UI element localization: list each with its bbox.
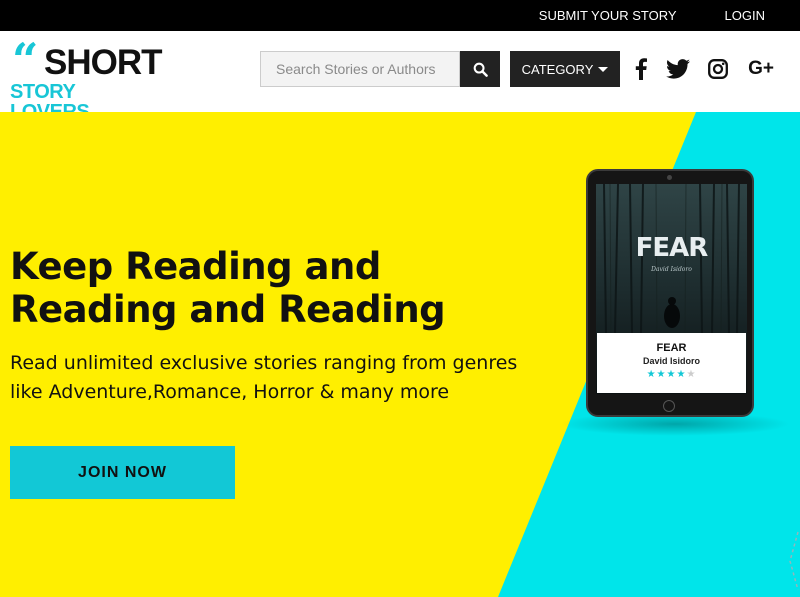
- star-filled-icon: ★: [676, 369, 687, 380]
- submit-story-link[interactable]: SUBMIT YOUR STORY: [539, 8, 677, 23]
- site-logo[interactable]: “ SHORT STORY LOVERS: [10, 37, 162, 122]
- slider-next-arrow-icon[interactable]: [784, 528, 800, 594]
- logo-quote-mark: “: [12, 33, 39, 87]
- search-icon: [473, 62, 488, 77]
- logo-text-short: SHORT: [44, 43, 162, 82]
- facebook-glyph: [635, 58, 647, 80]
- twitter-icon[interactable]: [665, 55, 691, 83]
- search-input[interactable]: [260, 51, 460, 87]
- tablet-camera: [667, 175, 672, 180]
- rating-stars: ★★★★★: [597, 369, 746, 380]
- hero-headline: Keep Reading and Reading and Reading: [10, 245, 446, 331]
- book-author: David Isidoro: [642, 356, 700, 366]
- book-info-card[interactable]: FEAR David Isidoro ★★★★★: [597, 333, 746, 393]
- tablet-screen: FEAR David Isidoro FEAR David Isidoro ★★…: [596, 184, 747, 394]
- twitter-glyph: [666, 59, 690, 79]
- star-filled-icon: ★: [646, 369, 657, 380]
- tablet-mockup: FEAR David Isidoro FEAR David Isidoro ★★…: [586, 169, 754, 417]
- login-link[interactable]: LOGIN: [725, 8, 765, 23]
- star-empty-icon: ★: [686, 369, 697, 380]
- star-filled-icon: ★: [666, 369, 677, 380]
- search-button[interactable]: [460, 51, 500, 87]
- hero-banner: Keep Reading and Reading and Reading Rea…: [0, 112, 800, 597]
- caret-down-icon: [598, 66, 609, 72]
- tablet-home-button: [663, 400, 675, 412]
- category-dropdown[interactable]: CATEGORY: [510, 51, 620, 87]
- instagram-glyph: [708, 59, 728, 79]
- book-title: FEAR: [656, 342, 687, 354]
- category-label: CATEGORY: [521, 61, 594, 77]
- instagram-icon[interactable]: [706, 55, 730, 83]
- star-filled-icon: ★: [656, 369, 667, 380]
- facebook-icon[interactable]: [630, 55, 652, 83]
- google-plus-icon[interactable]: G+: [744, 55, 778, 83]
- site-header: “ SHORT STORY LOVERS CATEGORY G+: [0, 31, 800, 122]
- join-now-button[interactable]: JOIN NOW: [10, 446, 235, 499]
- top-bar: SUBMIT YOUR STORY LOGIN: [0, 0, 800, 31]
- hero-subline: Read unlimited exclusive stories ranging…: [10, 352, 518, 403]
- book-cover-author: David Isidoro: [651, 266, 692, 273]
- book-cover-title: FEAR: [635, 233, 709, 263]
- google-plus-glyph: G+: [748, 58, 774, 79]
